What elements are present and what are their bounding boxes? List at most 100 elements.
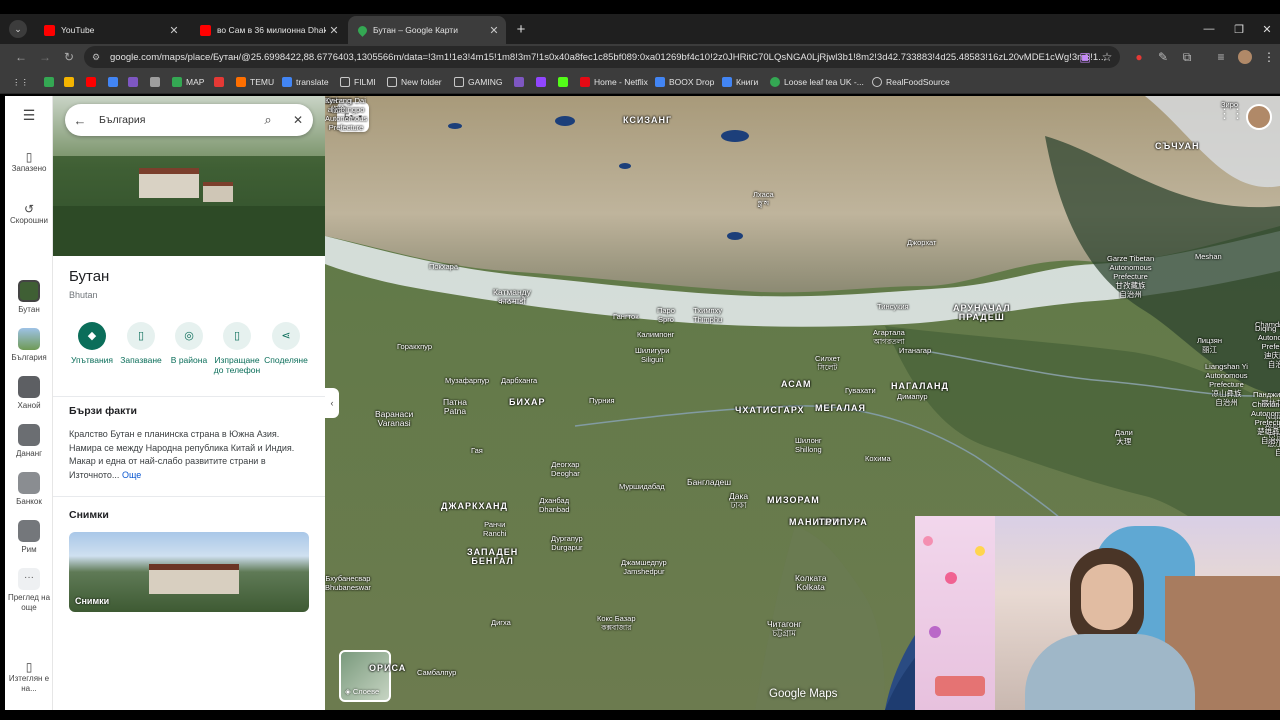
tab-google-maps[interactable]: Бутан – Google Карти ✕ [348, 16, 506, 44]
nearby-button[interactable]: ◎ В района [164, 322, 214, 365]
map-place-label[interactable]: Гая [471, 446, 483, 455]
map-place-label[interactable]: ЧХАТИСГАРХ [735, 406, 805, 415]
map-place-label[interactable]: Варанаси Varanasi [375, 410, 413, 428]
map-place-label[interactable]: Пурния [589, 396, 615, 405]
map-place-label[interactable]: Garze Tibetan Autonomous Prefecture 甘孜藏族… [1107, 254, 1154, 299]
map-place-label[interactable]: Дарбханга [501, 376, 537, 385]
url-field[interactable]: ⚙ google.com/maps/place/Бутан/@25.699842… [84, 46, 1120, 68]
map-place-label[interactable]: ОРИСА [369, 664, 406, 673]
avatar[interactable] [1236, 48, 1254, 66]
recent-item-bulgaria[interactable]: България [5, 328, 53, 363]
map-place-label[interactable]: АСАМ [781, 380, 812, 389]
bookmark-new-folder[interactable]: New folder [387, 75, 442, 89]
recent-item-rome[interactable]: Рим [5, 520, 53, 555]
map-place-label[interactable]: Бангладеш [687, 478, 731, 487]
bookmark-boox-drop[interactable]: BOOX Drop [655, 75, 714, 89]
bookmark-tea[interactable]: Loose leaf tea UK -... [770, 75, 864, 89]
directions-button[interactable]: ◆ Упътвания [67, 322, 117, 365]
map-place-label[interactable]: Катманду काठमाडौं [493, 288, 531, 306]
bookmark-kick[interactable] [558, 75, 572, 89]
map-place-label[interactable]: Калимпонг [637, 330, 674, 339]
map-place-label[interactable]: Кун [325, 96, 337, 105]
map-place-label[interactable]: Лицзян 丽江 [1197, 336, 1222, 354]
map-place-label[interactable]: КСИЗАНГ [623, 116, 672, 125]
bookmark-5[interactable] [128, 75, 142, 89]
recent-item-bhutan[interactable]: Бутан [5, 280, 53, 315]
bookmark-2[interactable] [64, 75, 78, 89]
map-place-label[interactable]: Муршидабад [619, 482, 665, 491]
back-icon[interactable]: ← [12, 48, 30, 66]
map-place-label[interactable]: Колката Kolkata [795, 574, 826, 592]
minimize-icon[interactable]: — [1194, 14, 1224, 44]
site-info-icon[interactable]: ⚙ [92, 52, 100, 63]
bookmark-8[interactable] [214, 75, 228, 89]
extension-icon[interactable]: ✎ [1154, 48, 1172, 66]
map-place-label[interactable]: Дали 大理 [1115, 428, 1133, 446]
close-icon[interactable]: ✕ [326, 24, 342, 37]
menu-icon[interactable]: ⋮ [1260, 48, 1278, 66]
recent-button[interactable]: ↺ Скорошни [5, 203, 53, 226]
map-place-label[interactable]: Покхара [429, 262, 458, 271]
recent-item-hanoi[interactable]: Ханой [5, 376, 53, 411]
map-place-label[interactable]: Самбалпур [417, 668, 456, 677]
reading-list-icon[interactable]: ≡ [1212, 48, 1230, 66]
collapse-panel-button[interactable]: ‹ [325, 388, 339, 418]
extensions-puzzle-icon[interactable]: ⧉ [1178, 48, 1196, 66]
map-place-label[interactable]: Паро Spro [657, 306, 675, 324]
bookmark-filmi[interactable]: FILMI [340, 75, 376, 89]
map-place-label[interactable]: Силхет সিলেট [815, 354, 840, 372]
map-place-label[interactable]: Дигха [491, 618, 511, 627]
bookmark-gaming[interactable]: GAMING [454, 75, 502, 89]
bookmark-3[interactable] [86, 75, 100, 89]
map-place-label[interactable]: Горакхпур [397, 342, 432, 351]
map-place-label[interactable]: Гангток [613, 312, 639, 321]
map-place-label[interactable]: Шилигури Siliguri [635, 346, 669, 364]
map-place-label[interactable]: ТРИПУРА [819, 518, 868, 527]
bookmark-4[interactable] [108, 75, 122, 89]
map-place-label[interactable]: Музафарпур [445, 376, 489, 385]
map-place-label[interactable]: ЗАПАДЕН БЕНГАЛ [467, 548, 518, 566]
map-place-label[interactable]: Тхимпху Thimphu [693, 306, 722, 324]
map-place-label[interactable]: Джорхат [907, 238, 936, 247]
tab-search-button[interactable]: ⌄ [4, 14, 32, 44]
bookmark-translate[interactable]: translate [282, 75, 329, 89]
map-place-label[interactable]: Патна Patna [443, 398, 467, 416]
account-avatar[interactable] [1246, 104, 1272, 130]
bookmark-twitch[interactable] [536, 75, 550, 89]
map-place-label[interactable]: Кокс Базар কক্সবাজার [597, 614, 636, 632]
close-icon[interactable]: ✕ [486, 24, 502, 37]
install-icon[interactable]: ▣ [1076, 48, 1094, 66]
map-place-label[interactable]: Лхаса ཧྥ་ས [753, 190, 774, 208]
map-place-label[interactable]: Chuxiong Yi Autonomous Prefecture 楚雄彝族 自… [1251, 400, 1280, 445]
map-place-label[interactable]: Шилонг Shillong [795, 436, 822, 454]
map-place-label[interactable]: Тинсукия [877, 302, 909, 311]
satellite-map[interactable]: Бъ ▾ ‹ ◈ Слоеве Google Maps ⋮⋮ КСИЗАНГ Лха… [325, 96, 1280, 710]
photos-thumbnail[interactable]: Снимки [69, 532, 309, 612]
map-place-label[interactable]: Зиро [1221, 100, 1238, 109]
map-place-label[interactable]: Дханбад Dhanbad [539, 496, 569, 514]
forward-icon[interactable]: → [36, 48, 54, 66]
search-box[interactable]: ← България ⌕ ✕ [65, 104, 313, 136]
bookmark-netflix[interactable]: Home - Netflix [580, 75, 648, 89]
reload-icon[interactable]: ↻ [60, 48, 78, 66]
map-place-label[interactable]: Читагонг চট্টগ্রাম [767, 620, 801, 638]
menu-button[interactable]: ☰ [5, 108, 53, 122]
extension-red-icon[interactable]: ● [1130, 48, 1148, 66]
map-place-label[interactable]: Дака ঢাকা [729, 492, 748, 510]
tab-video[interactable]: во Сам в 36 милионна Dhaka... ✕ [190, 16, 346, 44]
download-app-button[interactable]: ▯ Изтеглян е на... [5, 661, 53, 694]
map-place-label[interactable]: МИЗОРАМ [767, 496, 820, 505]
tab-youtube[interactable]: YouTube ✕ [34, 16, 186, 44]
restore-icon[interactable]: ❐ [1224, 14, 1254, 44]
bookmark-1[interactable] [44, 75, 58, 89]
map-place-label[interactable]: БИХАР [509, 398, 545, 407]
close-icon[interactable]: ✕ [166, 24, 182, 37]
show-more-button[interactable]: ··· Преглед на още [5, 568, 53, 613]
map-place-label[interactable]: Кохима [865, 454, 891, 463]
more-link[interactable]: Още [122, 470, 141, 480]
layers-button[interactable]: ◈ Слоеве [339, 650, 391, 702]
bookmark-6[interactable] [150, 75, 164, 89]
bookmark-map[interactable]: MAP [172, 75, 204, 89]
map-place-label[interactable]: СЪЧУАН [1155, 142, 1199, 151]
apps-grid-icon[interactable]: ⋮⋮ [1218, 106, 1244, 128]
